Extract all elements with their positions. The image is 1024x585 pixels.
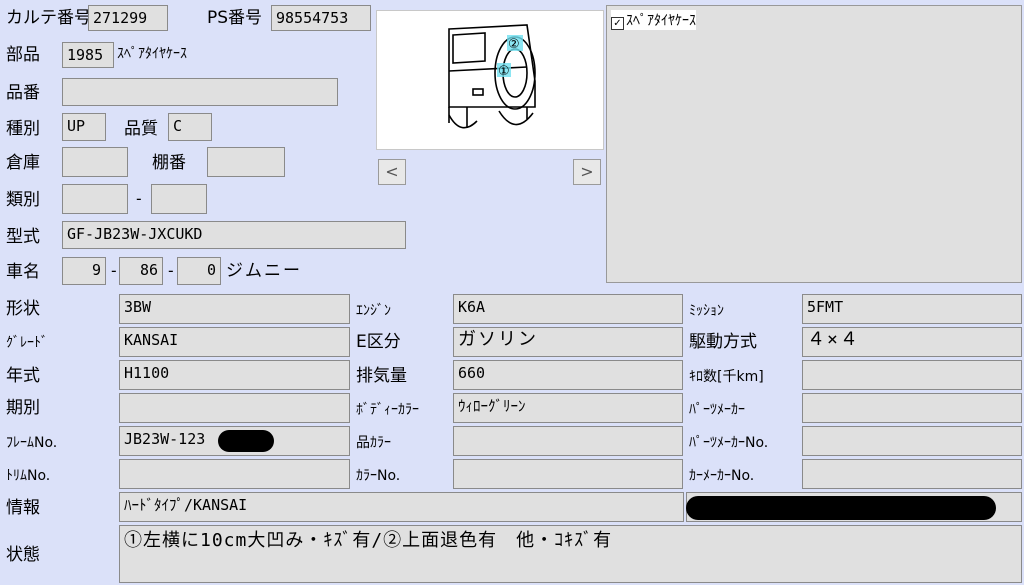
part-image[interactable]: ① ② (376, 10, 604, 150)
hinban-label: 品番 (6, 83, 40, 103)
engine-label: ｴﾝｼﾞﾝ (356, 303, 391, 319)
kudou-label: 駆動方式 (689, 332, 757, 352)
carmakerno-field[interactable] (802, 459, 1022, 489)
colorno-field[interactable] (453, 459, 683, 489)
souko-label: 倉庫 (6, 153, 40, 173)
nenshiki-label: 年式 (6, 366, 40, 386)
partsmakerno-label: ﾊﾟｰﾂﾒｰｶｰNo. (689, 435, 769, 451)
ps-number-field[interactable]: 98554753 (271, 5, 371, 31)
keijou-label: 形状 (6, 299, 40, 319)
partsmaker-field[interactable] (802, 393, 1022, 423)
jeep-rear-illustration: ① ② (448, 24, 536, 129)
redaction-mark (218, 430, 274, 452)
ruibetsu-label: 類別 (6, 190, 40, 210)
hinshitsu-label: 品質 (124, 119, 158, 139)
checkbox-label: ｽﾍﾟｱﾀｲﾔｹｰｽ (626, 13, 696, 29)
buhin-code-field[interactable]: 1985 (62, 42, 114, 68)
colorno-label: ｶﾗｰNo. (356, 468, 401, 484)
kibetsu-field[interactable] (119, 393, 350, 423)
shamei-field-2[interactable]: 86 (119, 257, 163, 285)
hinban-field[interactable] (62, 78, 338, 106)
souko-field[interactable] (62, 147, 128, 177)
ruibetsu-separator: - (134, 189, 144, 208)
next-image-button[interactable]: > (573, 159, 601, 185)
joutai-field[interactable]: ①左横に10cm大凹み・ｷｽﾞ有/②上面退色有 他・ｺｷｽﾞ有 (119, 525, 1022, 583)
frameno-label: ﾌﾚｰﾑNo. (6, 435, 58, 451)
shamei-separator-2: - (166, 261, 176, 280)
ps-label: PS番号 (207, 8, 263, 28)
mission-field[interactable]: 5FMT (802, 294, 1022, 324)
marker-2: ② (508, 37, 520, 52)
redaction-mark (686, 496, 996, 520)
carmakerno-label: ｶｰﾒｰｶｰNo. (689, 468, 755, 484)
jouhou-field[interactable]: ﾊｰﾄﾞﾀｲﾌﾟ/KANSAI (119, 492, 684, 522)
ekubun-field[interactable]: ガソリン (453, 327, 683, 357)
torimuno-label: ﾄﾘﾑNo. (6, 468, 51, 484)
katashiki-label: 型式 (6, 227, 40, 247)
hinshitsu-field[interactable]: C (168, 113, 212, 141)
mission-label: ﾐｯｼｮﾝ (689, 303, 724, 319)
ekubun-label: E区分 (356, 332, 401, 352)
joutai-label: 状態 (6, 545, 40, 565)
haikiryou-label: 排気量 (356, 366, 407, 386)
nenshiki-field[interactable]: H1100 (119, 360, 350, 390)
partsmaker-label: ﾊﾟｰﾂﾒｰｶｰ (689, 402, 745, 418)
hincolor-field[interactable] (453, 426, 683, 456)
marker-1: ① (498, 64, 510, 79)
katashiki-field[interactable]: GF-JB23W-JXCUKD (62, 221, 406, 249)
keijou-field[interactable]: 3BW (119, 294, 350, 324)
bodycolor-label: ﾎﾞﾃﾞｨｰｶﾗｰ (356, 402, 419, 418)
hincolor-label: 品ｶﾗｰ (356, 435, 391, 451)
partsmakerno-field[interactable] (802, 426, 1022, 456)
shubetsu-label: 種別 (6, 119, 40, 139)
engine-field[interactable]: K6A (453, 294, 683, 324)
shamei-field-1[interactable]: 9 (62, 257, 106, 285)
car-name: ジムニー (226, 261, 302, 281)
shamei-label: 車名 (6, 262, 40, 282)
jouhou-label: 情報 (6, 498, 40, 518)
karte-label: カルテ番号 (6, 8, 91, 28)
karte-number-field[interactable]: 271299 (88, 5, 168, 31)
ruibetsu-field-1[interactable] (62, 184, 128, 214)
parts-list-panel[interactable]: ✓ ｽﾍﾟｱﾀｲﾔｹｰｽ (606, 5, 1022, 283)
checkbox-check-icon[interactable]: ✓ (611, 17, 624, 30)
shubetsu-field[interactable]: UP (62, 113, 106, 141)
kudou-field[interactable]: ４×４ (802, 327, 1022, 357)
grade-label: ｸﾞﾚｰﾄﾞ (6, 335, 48, 351)
shamei-separator-1: - (109, 261, 119, 280)
grade-field[interactable]: KANSAI (119, 327, 350, 357)
haikiryou-field[interactable]: 660 (453, 360, 683, 390)
bodycolor-field[interactable]: ｳｨﾛｰｸﾞﾘｰﾝ (453, 393, 683, 423)
shamei-field-3[interactable]: 0 (177, 257, 221, 285)
kirosu-field[interactable] (802, 360, 1022, 390)
ruibetsu-field-2[interactable] (151, 184, 207, 214)
tanaban-label: 棚番 (152, 153, 186, 173)
kirosu-label: ｷﾛ数[千km] (689, 369, 764, 385)
buhin-name: ｽﾍﾟｱﾀｲﾔｹｰｽ (117, 46, 187, 62)
torimuno-field[interactable] (119, 459, 350, 489)
kibetsu-label: 期別 (6, 398, 40, 418)
buhin-label: 部品 (6, 45, 40, 65)
tanaban-field[interactable] (207, 147, 285, 177)
spare-tire-case-checkbox[interactable]: ✓ ｽﾍﾟｱﾀｲﾔｹｰｽ (611, 10, 696, 30)
prev-image-button[interactable]: < (378, 159, 406, 185)
